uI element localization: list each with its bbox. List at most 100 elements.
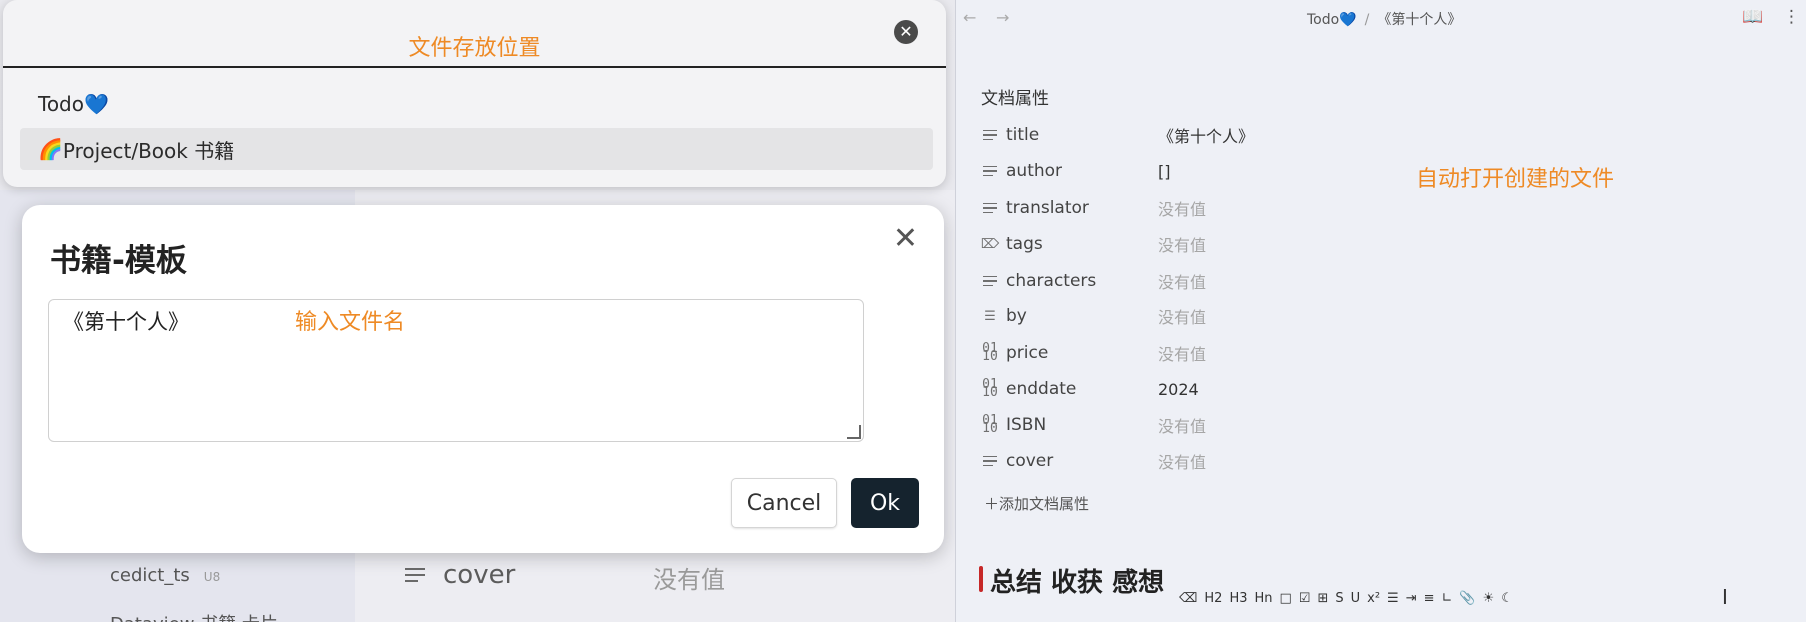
property-row-characters: characters 没有值 [981,266,1206,296]
property-row-title: title 《第十个人》 [981,120,1254,150]
background-file-badge: U8 [203,570,221,584]
comment-icon[interactable]: □ [1280,591,1292,606]
breadcrumb-separator: / [1364,12,1370,28]
sun-icon[interactable]: ☀ [1483,591,1495,606]
property-value[interactable]: 没有值 [1158,196,1206,220]
property-name[interactable]: cover [1006,451,1053,471]
property-row-isbn: 01 10 ISBN 没有值 [981,410,1206,440]
location-item-label: Project/Book 书籍 [62,138,235,163]
breadcrumb: Todo💙 / 《第十个人》 [1307,9,1461,29]
heading-marker [979,566,983,592]
reading-view-icon[interactable]: 📖 [1742,7,1763,27]
table-icon[interactable]: ⊞ [1317,591,1328,606]
eraser-icon[interactable]: ⌫ [1179,591,1197,606]
background-file-item[interactable]: cedict_ts U8 [110,565,220,586]
background-file-name: Dataview 书籍 卡片 [110,614,278,622]
moon-icon[interactable]: ☾ [1501,591,1513,606]
breadcrumb-parent[interactable]: Todo💙 [1307,12,1357,28]
property-value[interactable]: 没有值 [1158,449,1206,473]
property-name[interactable]: translator [1006,198,1089,218]
tag-icon: ⌦ [980,236,1000,252]
property-row-by: ☰ by 没有值 [981,301,1206,331]
property-row-author: author [] [981,156,1170,186]
filename-input[interactable]: 《第十个人》 [48,299,864,442]
property-row-cover: cover 没有值 [981,446,1206,476]
close-icon[interactable]: ✕ [893,221,918,256]
align-icon[interactable]: ≡ [1424,591,1435,606]
location-item-project-book[interactable]: 🌈 Project/Book 书籍 [20,128,933,170]
format-toolbar: ⌫ H2 H3 Hn □ ☑ ⊞ S U x² ☰ ⇥ ≡ ∟ 📎 ☀ ☾ [1179,591,1513,606]
property-value[interactable]: 没有值 [1158,341,1206,365]
heading-n-icon[interactable]: Hn [1254,591,1272,606]
rainbow-icon: 🌈 [38,137,63,161]
property-value[interactable]: [] [1158,162,1170,181]
property-name[interactable]: ISBN [1006,415,1046,435]
list-icon[interactable]: ☰ [1387,591,1399,606]
filename-value: 《第十个人》 [63,310,189,334]
attachment-icon[interactable]: 📎 [1459,591,1475,606]
property-row-enddate: 01 10 enddate 2024 [981,374,1199,404]
property-name[interactable]: by [1006,306,1027,326]
property-value[interactable]: 《第十个人》 [1158,123,1254,147]
location-item-todo[interactable]: Todo 💙 [20,83,933,125]
property-row-tags: ⌦ tags 没有值 [980,229,1206,259]
property-name[interactable]: author [1006,161,1062,181]
number-icon: 01 10 [982,341,998,364]
underline-icon[interactable]: U [1351,591,1361,606]
note-heading: 总结 收获 感想 [990,568,1165,598]
number-icon: 01 10 [982,377,998,400]
auto-open-annotation: 自动打开创建的文件 [1416,167,1615,192]
property-row-price: 01 10 price 没有值 [981,338,1206,368]
filename-hint-annotation: 输入文件名 [295,310,406,335]
background-property-name: cover [443,560,516,590]
location-item-label: Todo [38,92,84,116]
resize-handle-icon[interactable] [847,425,861,439]
plus-icon: ＋ [984,495,1000,513]
property-name[interactable]: title [1006,125,1039,145]
modal-title: 书籍-模板 [50,243,187,279]
checkbox-icon[interactable]: ☑ [1299,591,1311,606]
properties-heading: 文档属性 [981,89,1049,109]
text-lines-icon [981,453,999,469]
close-icon[interactable]: ✕ [894,20,918,44]
property-value[interactable]: 2024 [1158,380,1199,399]
forward-arrow-icon[interactable]: → [996,8,1009,27]
background-file-item[interactable]: Dataview 书籍 卡片 [110,610,278,622]
property-name[interactable]: characters [1006,271,1096,291]
property-value[interactable]: 没有值 [1158,269,1206,293]
template-filename-modal: 书籍-模板 ✕ 《第十个人》 输入文件名 Cancel Ok [22,205,944,553]
back-arrow-icon[interactable]: ← [963,8,976,27]
heading2-icon[interactable]: H2 [1204,591,1222,606]
chart-icon[interactable]: ∟ [1442,591,1453,606]
note-pane: ← → Todo💙 / 《第十个人》 📖 ⋮ 文档属性 title 《第十个人》 a… [955,0,1806,622]
property-value[interactable]: 没有值 [1158,304,1206,328]
indent-icon[interactable]: ⇥ [1406,591,1417,606]
property-name[interactable]: tags [1006,234,1043,254]
blue-heart-icon: 💙 [84,92,109,116]
heading3-icon[interactable]: H3 [1229,591,1247,606]
text-lines-icon [981,200,999,216]
list-icon: ☰ [984,308,996,324]
property-value[interactable]: 没有值 [1158,232,1206,256]
more-options-icon[interactable]: ⋮ [1783,7,1800,27]
property-name[interactable]: price [1006,343,1048,363]
text-lines-icon [981,163,999,179]
property-row-translator: translator 没有值 [981,193,1206,223]
ok-button[interactable]: Ok [851,478,919,528]
location-picker-dialog: 文件存放位置 ✕ Todo 💙 🌈 Project/Book 书籍 [3,0,946,187]
location-picker-header: 文件存放位置 ✕ [3,0,946,68]
strikethrough-icon[interactable]: S [1335,591,1343,606]
add-property-button[interactable]: ＋添加文档属性 [984,493,1089,514]
breadcrumb-current: 《第十个人》 [1377,12,1462,28]
property-value[interactable]: 没有值 [1158,413,1206,437]
text-lines-icon [981,273,999,289]
background-file-name: cedict_ts [110,565,190,586]
text-lines-icon [981,127,999,143]
text-cursor-icon: I [1722,585,1728,609]
superscript-icon[interactable]: x² [1367,591,1380,606]
text-lines-icon [405,568,425,582]
cancel-button[interactable]: Cancel [731,478,837,528]
number-icon: 01 10 [982,413,998,436]
background-property-value: 没有值 [653,566,725,594]
property-name[interactable]: enddate [1006,379,1076,399]
